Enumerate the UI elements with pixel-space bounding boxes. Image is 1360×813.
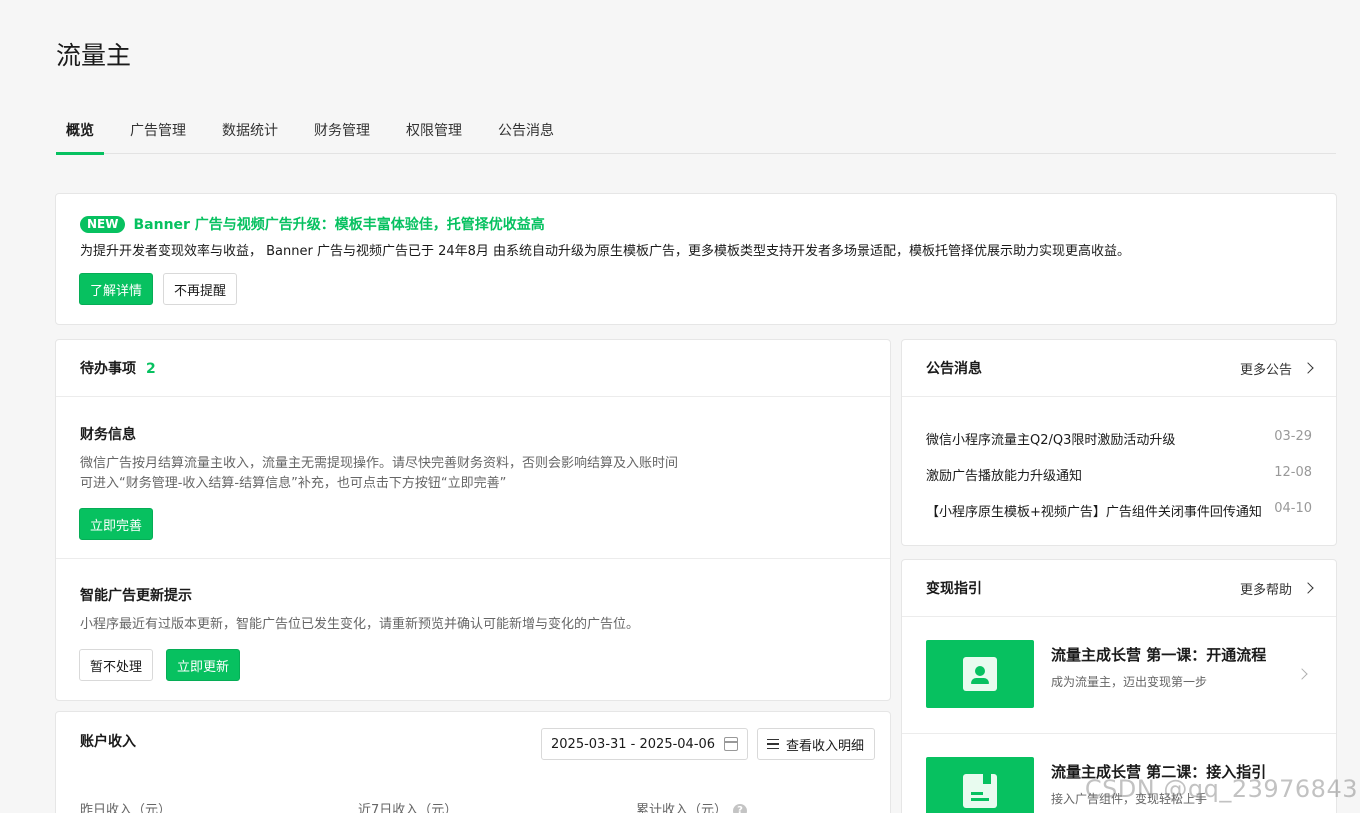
monetization-guide-card: 变现指引 更多帮助 流量主成长营 第一课：开通流程 成为流量主，迈出变现第一步 … <box>901 559 1337 813</box>
upgrade-banner: NEW Banner 广告与视频广告升级：模板丰富体验佳，托管择优收益高 为提升… <box>55 193 1337 325</box>
guide-item-lesson-2[interactable]: 流量主成长营 第二课：接入指引 接入广告组件，变现轻松上手 <box>902 734 1336 813</box>
todo-card: 待办事项 2 财务信息 微信广告按月结算流量主收入，流量主无需提现操作。请尽快完善… <box>55 339 891 701</box>
learn-more-button[interactable]: 了解详情 <box>79 273 154 305</box>
banner-description: 为提升开发者变现效率与收益， Banner 广告与视频广告已于 24年8月 由系… <box>80 244 1131 259</box>
ignore-button[interactable]: 暂不处理 <box>79 649 154 681</box>
complete-now-button[interactable]: 立即完善 <box>79 508 154 540</box>
user-card-icon <box>963 657 997 691</box>
dont-remind-button[interactable]: 不再提醒 <box>163 273 238 305</box>
calendar-icon <box>724 737 738 751</box>
tab-ad-management[interactable]: 广告管理 <box>120 114 196 154</box>
income-title: 账户收入 <box>80 734 136 750</box>
finance-info-line1: 微信广告按月结算流量主收入，流量主无需提现操作。请尽快完善财务资料，否则会影响结… <box>80 456 679 471</box>
list-icon <box>767 739 779 749</box>
announcement-item[interactable]: 微信小程序流量主Q2/Q3限时激励活动升级 03-29 <box>926 429 1312 465</box>
tab-data-statistics[interactable]: 数据统计 <box>212 114 288 154</box>
total-income-text: 累计收入（元） <box>636 803 728 813</box>
smart-ad-title: 智能广告更新提示 <box>80 588 192 604</box>
smart-ad-section: 智能广告更新提示 小程序最近有过版本更新，智能广告位已发生变化，请重新预览并确认… <box>56 585 890 681</box>
todo-header: 待办事项 2 <box>56 340 890 397</box>
todo-title: 待办事项 <box>80 361 136 377</box>
guide-title: 变现指引 <box>926 581 982 597</box>
tab-finance[interactable]: 财务管理 <box>304 114 380 154</box>
lesson-title: 流量主成长营 第二课：接入指引 <box>1051 763 1267 781</box>
date-range-picker[interactable]: 2025-03-31 - 2025-04-06 <box>541 728 748 760</box>
lesson-subtitle: 成为流量主，迈出变现第一步 <box>1051 675 1208 689</box>
banner-actions: 了解详情 不再提醒 <box>79 273 238 305</box>
section-divider <box>56 558 890 559</box>
more-help-link[interactable]: 更多帮助 <box>1239 579 1314 598</box>
tab-overview[interactable]: 概览 <box>56 114 104 155</box>
help-icon[interactable]: ? <box>733 803 748 813</box>
announcement-date: 12-08 <box>1274 465 1312 480</box>
yesterday-income-label: 昨日收入（元） <box>80 803 172 813</box>
date-range-value: 2025-03-31 - 2025-04-06 <box>551 736 716 752</box>
finance-info-section: 财务信息 微信广告按月结算流量主收入，流量主无需提现操作。请尽快完善财务资料，否… <box>56 424 890 540</box>
announcement-text: 【小程序原生模板+视频广告】广告组件关闭事件回传通知 <box>926 505 1262 520</box>
lesson-thumbnail <box>926 640 1034 708</box>
chevron-right-icon <box>1296 668 1308 680</box>
finance-info-line2: 可进入“财务管理-收入结算-结算信息”补充，也可点击下方按钮“立即完善” <box>80 476 507 491</box>
announcement-date: 03-29 <box>1274 429 1312 444</box>
guide-item-lesson-1[interactable]: 流量主成长营 第一课：开通流程 成为流量主，迈出变现第一步 <box>902 617 1336 734</box>
chevron-right-icon <box>1302 582 1314 594</box>
announcements-header: 公告消息 更多公告 <box>902 340 1336 397</box>
update-now-button[interactable]: 立即更新 <box>166 649 241 681</box>
announcement-item[interactable]: 【小程序原生模板+视频广告】广告组件关闭事件回传通知 04-10 <box>926 501 1312 537</box>
new-badge: NEW <box>80 215 126 233</box>
tab-announcements[interactable]: 公告消息 <box>488 114 564 154</box>
announcement-text: 微信小程序流量主Q2/Q3限时激励活动升级 <box>926 433 1176 448</box>
banner-title: Banner 广告与视频广告升级：模板丰富体验佳，托管择优收益高 <box>133 217 545 233</box>
chevron-right-icon <box>1302 362 1314 374</box>
announcement-text: 激励广告播放能力升级通知 <box>926 469 1083 484</box>
last7-income-label: 近7日收入（元） <box>358 803 458 813</box>
more-help-label: 更多帮助 <box>1239 582 1292 598</box>
finance-info-title: 财务信息 <box>80 427 136 443</box>
guide-header: 变现指引 更多帮助 <box>902 560 1336 617</box>
lesson-title: 流量主成长营 第一课：开通流程 <box>1051 646 1267 664</box>
banner-header: NEW Banner 广告与视频广告升级：模板丰富体验佳，托管择优收益高 <box>80 214 545 234</box>
tab-bar: 概览 广告管理 数据统计 财务管理 权限管理 公告消息 <box>56 114 1336 155</box>
more-announcements-link[interactable]: 更多公告 <box>1239 359 1314 378</box>
total-income-label: 累计收入（元）? <box>636 799 748 813</box>
announcement-date: 04-10 <box>1274 501 1312 516</box>
todo-count-badge: 2 <box>146 361 156 377</box>
announcements-title: 公告消息 <box>926 361 982 377</box>
page-title: 流量主 <box>56 41 132 70</box>
account-income-card: 账户收入 2025-03-31 - 2025-04-06 查看收入明细 昨日收入… <box>55 711 891 813</box>
income-detail-button[interactable]: 查看收入明细 <box>757 728 876 760</box>
income-detail-label: 查看收入明细 <box>786 738 865 754</box>
announcement-item[interactable]: 激励广告播放能力升级通知 12-08 <box>926 465 1312 501</box>
more-announcements-label: 更多公告 <box>1239 362 1292 378</box>
tab-permissions[interactable]: 权限管理 <box>396 114 472 154</box>
announcements-list: 微信小程序流量主Q2/Q3限时激励活动升级 03-29 激励广告播放能力升级通知… <box>926 429 1312 537</box>
smart-ad-actions: 暂不处理 立即更新 <box>79 649 866 681</box>
document-icon <box>963 774 997 808</box>
smart-ad-text: 小程序最近有过版本更新，智能广告位已发生变化，请重新预览并确认可能新增与变化的广… <box>80 617 640 632</box>
announcements-card: 公告消息 更多公告 微信小程序流量主Q2/Q3限时激励活动升级 03-29 激励… <box>901 339 1337 546</box>
lesson-subtitle: 接入广告组件，变现轻松上手 <box>1051 792 1208 806</box>
lesson-thumbnail <box>926 757 1034 813</box>
